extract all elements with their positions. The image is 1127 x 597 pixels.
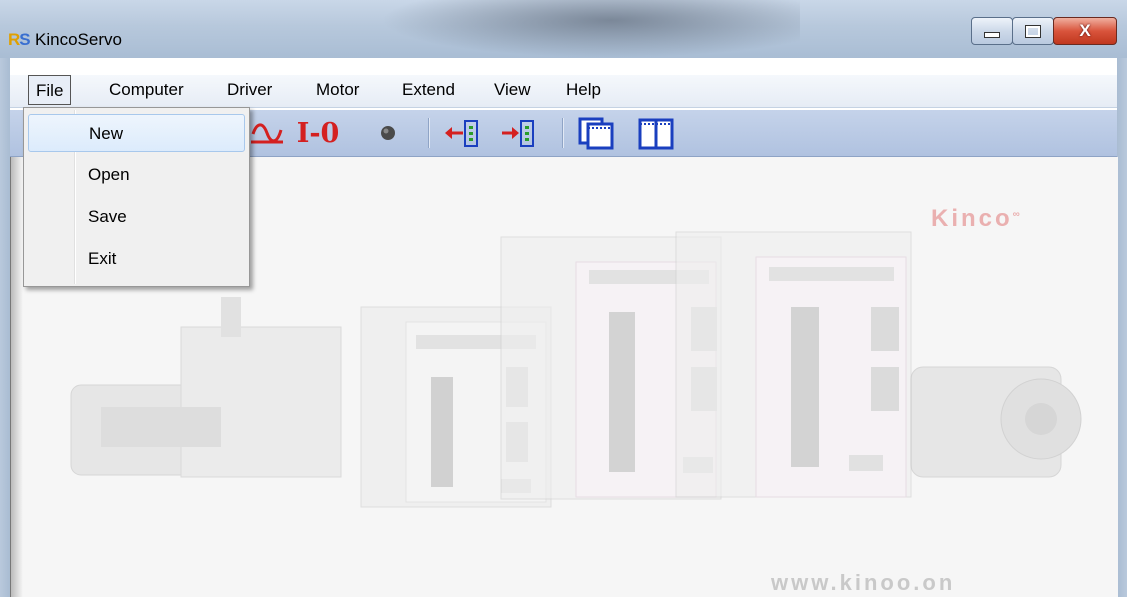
menu-item-open[interactable]: Open xyxy=(28,156,245,194)
menu-file[interactable]: File xyxy=(28,75,72,105)
upload-button[interactable] xyxy=(440,110,484,156)
window-frame-right xyxy=(1117,58,1127,597)
download-icon xyxy=(502,120,534,147)
menu-bar: File Computer Driver Motor Extend View H… xyxy=(10,75,1117,108)
status-led-icon xyxy=(381,126,395,140)
close-button[interactable]: X xyxy=(1053,17,1117,45)
menu-item-new[interactable]: New xyxy=(28,114,245,152)
menu-motor[interactable]: Motor xyxy=(316,75,359,105)
menu-extend[interactable]: Extend xyxy=(402,75,455,105)
window-split-button[interactable] xyxy=(632,110,680,156)
minimize-button[interactable] xyxy=(971,17,1013,45)
status-led-button[interactable] xyxy=(374,110,402,156)
window-split-icon xyxy=(638,118,674,150)
kinco-logo: Kinco∞ xyxy=(931,205,1023,233)
window-frame-left xyxy=(0,58,10,597)
menu-computer[interactable]: Computer xyxy=(109,75,184,105)
oscilloscope-button[interactable] xyxy=(246,110,288,156)
window-title: KincoServo xyxy=(35,30,122,49)
oscilloscope-icon xyxy=(251,123,283,144)
minimize-icon xyxy=(984,32,1000,38)
logo-mark: ∞ xyxy=(1012,209,1023,220)
toolbar-separator xyxy=(428,118,429,148)
io-monitor-icon: I-0 xyxy=(296,117,340,149)
window-controls: X xyxy=(971,17,1117,45)
maximize-button[interactable] xyxy=(1012,17,1054,45)
toolbar-separator xyxy=(562,118,563,148)
menu-driver[interactable]: Driver xyxy=(227,75,272,105)
io-monitor-button[interactable]: I-0 xyxy=(290,110,346,156)
app-icon[interactable]: RS xyxy=(8,30,31,50)
kinco-logo-text: Kinco xyxy=(931,205,1013,232)
menu-item-exit[interactable]: Exit xyxy=(28,240,245,278)
title-bar-glass xyxy=(380,0,800,58)
menu-view[interactable]: View xyxy=(494,75,531,105)
copy-window-icon xyxy=(578,117,614,150)
menu-item-save[interactable]: Save xyxy=(28,198,245,236)
title-bar: RS KincoServo X xyxy=(0,0,1127,58)
website-url: www.kinoo.on xyxy=(771,570,956,595)
menu-help[interactable]: Help xyxy=(566,75,601,105)
upload-icon xyxy=(445,120,478,147)
download-button[interactable] xyxy=(496,110,540,156)
maximize-icon xyxy=(1025,24,1041,38)
close-icon: X xyxy=(1079,21,1091,40)
file-menu-dropdown: New Open Save Exit xyxy=(23,107,250,287)
copy-window-button[interactable] xyxy=(572,110,620,156)
